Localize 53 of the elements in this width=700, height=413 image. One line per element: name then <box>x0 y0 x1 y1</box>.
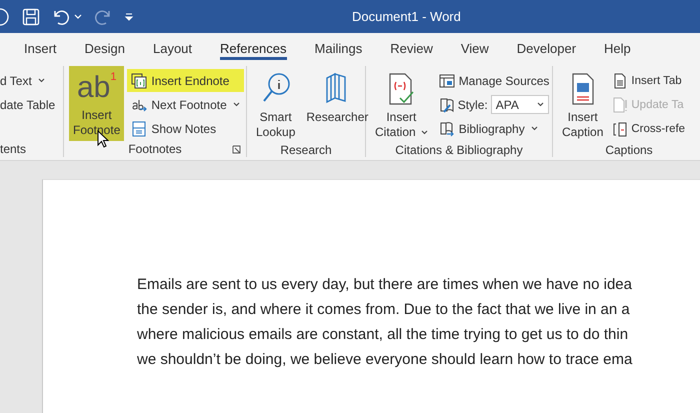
undo-icon[interactable] <box>52 8 70 26</box>
body-text-line: where malicious emails are constant, all the time trying to get us to do thin <box>137 325 630 345</box>
ribbon-button[interactable]: Researcher <box>302 66 372 142</box>
ribbon-button[interactable]: Insert Caption <box>558 66 608 142</box>
window-title: Document1 - Word <box>352 9 461 24</box>
ribbon-button[interactable]: Smart Lookup <box>252 66 300 142</box>
ribbon-button[interactable]: Cross-refe <box>610 117 688 140</box>
ribbon-tab[interactable]: References <box>220 36 287 60</box>
ribbon-button[interactable]: date Table <box>0 93 60 116</box>
style-label: Style: <box>458 98 488 112</box>
table-document-icon <box>612 72 628 88</box>
ribbon-tab[interactable]: Design <box>84 36 125 60</box>
ribbon-tab[interactable]: Review <box>390 36 433 60</box>
ribbon-tab[interactable]: View <box>460 36 489 60</box>
group-label: Research <box>280 142 332 156</box>
redo-icon[interactable] <box>94 8 112 26</box>
caret-icon <box>530 126 538 131</box>
caret-icon <box>536 102 544 107</box>
caret-icon <box>232 102 240 107</box>
ribbon-button[interactable]: Insert Citation <box>371 66 432 142</box>
body-text-line: we shouldn’t be doing, we believe everyone should learn how to trace ema <box>137 350 634 370</box>
group-label: Captions <box>605 142 653 156</box>
body-text-line: Emails are sent to us every day, but there are times when we have no idea <box>137 275 633 295</box>
dialog-launcher-icon[interactable] <box>232 145 241 154</box>
ribbon-tab[interactable]: Help <box>604 36 631 60</box>
caret-icon <box>38 78 45 83</box>
ribbon-tab[interactable]: Layout <box>152 36 192 60</box>
notes-icon <box>131 120 148 136</box>
brush-icon <box>438 96 455 112</box>
ribbon-button[interactable]: d Text <box>0 69 60 92</box>
ribbon-button[interactable]: Bibliography <box>434 117 554 140</box>
ribbon-button[interactable]: Insert Endnote <box>127 69 244 92</box>
document-icon <box>612 96 628 112</box>
style-dropdown[interactable]: APA <box>490 95 549 114</box>
ribbon-tab[interactable]: Insert <box>24 36 57 60</box>
ribbon-tab[interactable]: Mailings <box>314 36 362 60</box>
book-icon <box>438 120 455 136</box>
cross-reference-icon <box>612 120 628 136</box>
ribbon-button[interactable]: Show Notes <box>127 117 244 140</box>
save-icon[interactable] <box>22 8 40 26</box>
ribbon-button[interactable]: Next Footnote <box>127 93 244 116</box>
group-label: tents <box>0 142 26 156</box>
ribbon-button[interactable]: Manage Sources <box>434 69 554 92</box>
group-label: Footnotes <box>128 142 182 156</box>
ribbon-button[interactable]: Insert Tab <box>610 69 688 92</box>
caret-icon <box>420 130 428 135</box>
body-text-line: the sender is, and where it comes from. Due to the fact that we live in an a <box>137 300 631 320</box>
endnote-icon <box>131 72 148 88</box>
group-label: Citations & Bibliography <box>395 142 523 156</box>
customize-icon[interactable] <box>124 12 134 22</box>
sources-icon <box>438 72 455 88</box>
ribbon-tab[interactable]: Developer <box>516 36 576 60</box>
caret-icon[interactable] <box>74 14 82 20</box>
